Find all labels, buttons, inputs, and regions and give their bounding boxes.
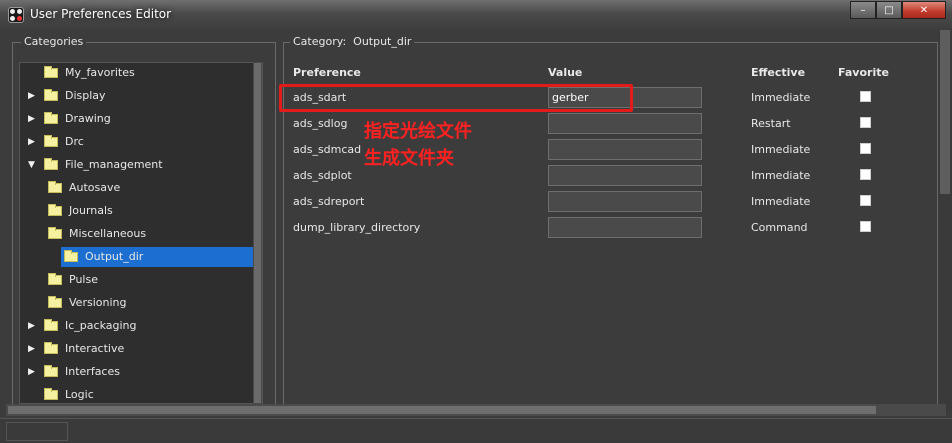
header-value: Value bbox=[548, 66, 583, 79]
tree-item-journals[interactable]: Journals bbox=[48, 201, 113, 221]
expand-right-icon[interactable]: ▶ bbox=[28, 86, 38, 106]
tree-item-label: Journals bbox=[69, 204, 113, 217]
favorite-checkbox[interactable] bbox=[860, 143, 871, 154]
favorite-checkbox[interactable] bbox=[860, 117, 871, 128]
preference-value-field[interactable] bbox=[548, 139, 702, 160]
tree-item-label: Drawing bbox=[65, 112, 111, 125]
folder-icon bbox=[44, 66, 58, 78]
effective-label: Immediate bbox=[751, 195, 811, 208]
tree-item-label: Interfaces bbox=[65, 365, 120, 378]
tree-item-label: Pulse bbox=[69, 273, 98, 286]
folder-icon bbox=[44, 342, 58, 354]
effective-label: Command bbox=[751, 221, 808, 234]
window-title: User Preferences Editor bbox=[30, 7, 172, 21]
tree-item-output_dir[interactable]: Output_dir bbox=[61, 247, 253, 267]
expand-right-icon[interactable]: ▶ bbox=[28, 316, 38, 336]
tree-item-interactive[interactable]: ▶ Interactive bbox=[28, 339, 124, 359]
favorite-checkbox[interactable] bbox=[860, 221, 871, 232]
tree-item-display[interactable]: ▶ Display bbox=[28, 86, 106, 106]
folder-icon bbox=[48, 273, 62, 285]
tree-item-label: Logic bbox=[65, 388, 94, 401]
categories-title: Categories bbox=[21, 35, 87, 48]
category-tree[interactable]: My_favorites ▶ Display ▶ Drawing ▶ Drc ▼ File_ma… bbox=[19, 62, 263, 404]
tree-item-label: Display bbox=[65, 89, 106, 102]
header-effective: Effective bbox=[751, 66, 806, 79]
folder-icon bbox=[44, 365, 58, 377]
tree-item-autosave[interactable]: Autosave bbox=[48, 178, 120, 198]
preference-name: dump_library_directory bbox=[293, 221, 421, 234]
preference-value-field[interactable] bbox=[548, 217, 702, 238]
category-label: Category: bbox=[293, 35, 347, 48]
tree-item-drc[interactable]: ▶ Drc bbox=[28, 132, 84, 152]
effective-label: Immediate bbox=[751, 169, 811, 182]
category-value: Output_dir bbox=[353, 35, 412, 48]
annotation-line-2: 生成文件夹 bbox=[364, 148, 454, 169]
effective-label: Restart bbox=[751, 117, 791, 130]
tree-item-label: Autosave bbox=[69, 181, 121, 194]
close-button[interactable]: ✕ bbox=[902, 1, 946, 19]
preference-value-field[interactable] bbox=[548, 165, 702, 186]
preference-name: ads_sdlog bbox=[293, 117, 348, 130]
preference-value-field[interactable] bbox=[548, 191, 702, 212]
tree-item-logic[interactable]: Logic bbox=[28, 385, 94, 403]
effective-label: Immediate bbox=[751, 143, 811, 156]
favorite-checkbox[interactable] bbox=[860, 169, 871, 180]
tree-item-label: Interactive bbox=[65, 342, 125, 355]
tree-item-label: File_management bbox=[65, 158, 163, 171]
title-bar[interactable]: User Preferences Editor – □ ✕ bbox=[0, 0, 952, 30]
folder-icon bbox=[48, 227, 62, 239]
expand-right-icon[interactable]: ▶ bbox=[28, 339, 38, 359]
favorite-checkbox[interactable] bbox=[860, 195, 871, 206]
tree-item-ic_packaging[interactable]: ▶ Ic_packaging bbox=[28, 316, 136, 336]
preference-name: ads_sdmcad bbox=[293, 143, 362, 156]
tree-item-interfaces[interactable]: ▶ Interfaces bbox=[28, 362, 120, 382]
tree-item-miscellaneous[interactable]: Miscellaneous bbox=[48, 224, 146, 244]
tree-item-pulse[interactable]: Pulse bbox=[48, 270, 98, 290]
header-preference: Preference bbox=[293, 66, 361, 79]
tree-item-label: Drc bbox=[65, 135, 84, 148]
app-icon bbox=[8, 7, 24, 23]
expand-right-icon[interactable]: ▶ bbox=[28, 362, 38, 382]
maximize-button[interactable]: □ bbox=[876, 1, 902, 19]
preference-value-field[interactable] bbox=[548, 113, 702, 134]
category-heading: Category: Output_dir bbox=[290, 35, 415, 48]
favorite-checkbox[interactable] bbox=[860, 91, 871, 102]
tree-item-versioning[interactable]: Versioning bbox=[48, 293, 126, 313]
folder-icon bbox=[44, 388, 58, 400]
tree-item-my_favorites[interactable]: My_favorites bbox=[28, 63, 135, 83]
expand-down-icon[interactable]: ▼ bbox=[28, 155, 38, 175]
tree-item-drawing[interactable]: ▶ Drawing bbox=[28, 109, 111, 129]
tree-item-label: Output_dir bbox=[85, 250, 144, 263]
tree-item-label: Miscellaneous bbox=[69, 227, 147, 240]
right-scrollbar-thumb[interactable] bbox=[940, 30, 950, 194]
folder-icon bbox=[44, 319, 58, 331]
effective-label: Immediate bbox=[751, 91, 811, 104]
horizontal-scrollbar-thumb[interactable] bbox=[8, 406, 876, 414]
status-bar bbox=[0, 418, 952, 443]
folder-icon bbox=[48, 296, 62, 308]
folder-icon bbox=[64, 250, 78, 262]
folder-icon bbox=[48, 204, 62, 216]
preference-name: ads_sdplot bbox=[293, 169, 352, 182]
expand-right-icon[interactable]: ▶ bbox=[28, 109, 38, 129]
folder-icon bbox=[44, 158, 58, 170]
preference-name: ads_sdreport bbox=[293, 195, 365, 208]
folder-icon bbox=[48, 181, 62, 193]
highlight-box bbox=[279, 84, 633, 112]
folder-icon bbox=[44, 112, 58, 124]
header-favorite: Favorite bbox=[838, 66, 889, 79]
expand-right-icon[interactable]: ▶ bbox=[28, 132, 38, 152]
tree-item-file_management[interactable]: ▼ File_management bbox=[28, 155, 163, 175]
folder-icon bbox=[44, 89, 58, 101]
annotation-line-1: 指定光绘文件 bbox=[364, 121, 472, 142]
tree-scrollbar[interactable] bbox=[253, 62, 262, 404]
tree-item-label: Versioning bbox=[69, 296, 127, 309]
tree-item-label: Ic_packaging bbox=[65, 319, 137, 332]
tree-item-label: My_favorites bbox=[65, 66, 135, 79]
minimize-button[interactable]: – bbox=[850, 1, 876, 19]
folder-icon bbox=[44, 135, 58, 147]
